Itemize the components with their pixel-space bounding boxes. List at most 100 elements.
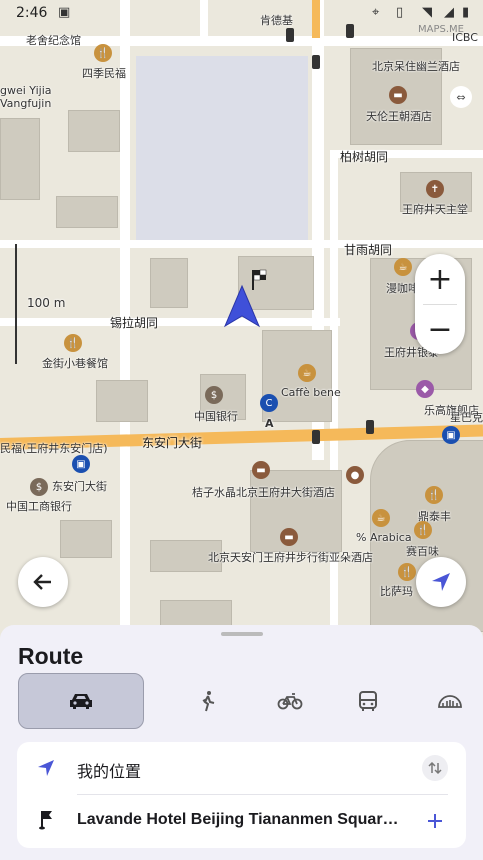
walk-icon [202, 691, 215, 712]
status-bar: 2:46 ▣ ⌖ ▯ ◥ ◢ ▮ MAPS.ME [0, 0, 483, 35]
mode-car-button[interactable] [18, 673, 144, 729]
route-points-card: 我的位置 Lavande Hotel Beijing Tiananmen Squ… [17, 742, 466, 848]
place-label: % Arabica [356, 531, 412, 544]
maps-me-watermark: MAPS.ME [418, 24, 464, 35]
scale-label: 100 m [27, 296, 66, 310]
bus-stop-icon: ▣ [72, 455, 90, 473]
navigation-arrow-icon [38, 760, 54, 776]
route-start-row[interactable]: 我的位置 [17, 742, 466, 794]
back-button[interactable] [18, 557, 68, 607]
route-title: Route [18, 643, 84, 669]
place-label: Vangfujin [0, 97, 52, 110]
route-destination-label: Lavande Hotel Beijing Tiananmen Square .… [77, 811, 407, 828]
place-label: gwei Yijia [0, 84, 52, 97]
bus-stop-icon: ▣ [442, 426, 460, 444]
place-label: Caffè bene [281, 386, 341, 399]
restaurant-icon: 🍴 [414, 521, 432, 539]
place-label: 王府井天主堂 [402, 203, 468, 216]
place-label: 星巴克 [450, 411, 483, 424]
mode-ruler-button[interactable] [430, 673, 470, 729]
zoom-in-button[interactable]: + [415, 254, 465, 304]
battery-icon: ▮ [462, 5, 470, 20]
bank-icon: $ [30, 478, 48, 496]
hotel-icon: ▬ [389, 86, 407, 104]
navigation-arrow-icon [432, 573, 450, 591]
road-label: 柏树胡同 [340, 150, 389, 164]
landmark-icon: ● [346, 466, 364, 484]
cafe-icon: ☕ [394, 258, 412, 276]
road [0, 318, 340, 326]
subway-icon: C [260, 394, 278, 412]
road [0, 240, 483, 248]
add-stop-icon[interactable] [426, 812, 444, 830]
route-start-label: 我的位置 [77, 764, 142, 781]
mode-walk-button[interactable] [188, 673, 228, 729]
drag-handle[interactable] [221, 632, 263, 636]
mode-transit-button[interactable] [348, 673, 388, 729]
hotel-icon: ▬ [252, 461, 270, 479]
traffic-light-icon [312, 55, 320, 69]
ruler-icon [438, 695, 462, 708]
zoom-divider [423, 304, 457, 305]
restaurant-icon: 🍴 [94, 44, 112, 62]
place-label: 北京天安门王府井步行街亚朵酒店 [208, 551, 373, 564]
hotel-icon: ▬ [280, 528, 298, 546]
arrow-left-icon [33, 574, 51, 590]
place-label: 北京呆住幽兰酒店 [372, 60, 460, 73]
road-label: 锡拉胡同 [110, 316, 159, 330]
place-label: 中国银行 [194, 410, 238, 423]
church-icon: ✝ [426, 180, 444, 198]
traffic-light-icon [286, 28, 294, 42]
bike-icon [277, 693, 303, 710]
building [96, 380, 148, 422]
place-label: 赛百味 [406, 545, 439, 558]
building [0, 118, 40, 200]
wifi-icon: ◥ [422, 5, 432, 20]
current-location-arrow-icon [222, 284, 262, 334]
route-destination-row[interactable]: Lavande Hotel Beijing Tiananmen Square .… [17, 795, 466, 847]
notification-icon: ▣ [58, 5, 71, 20]
bank-icon: $ [205, 386, 223, 404]
place-label: 中国工商银行 [6, 500, 72, 513]
zoom-out-button[interactable]: − [415, 304, 465, 354]
building [60, 520, 112, 558]
mode-bike-button[interactable] [270, 673, 310, 729]
flag-icon [39, 811, 52, 830]
place-label: 金街小巷餐馆 [42, 357, 108, 370]
cafe-icon: ☕ [372, 509, 390, 527]
bus-icon [359, 691, 377, 711]
layers-toggle-icon[interactable]: ⇔ [450, 86, 472, 108]
my-location-button[interactable] [416, 557, 466, 607]
route-panel: Route 我的位置 Lavande Hotel Beijing Tiananm… [0, 625, 483, 860]
traffic-light-icon [366, 420, 374, 434]
building [68, 110, 120, 152]
zoom-control: + − [415, 254, 465, 354]
swap-vertical-icon [428, 761, 442, 775]
place-label: 民福(王府井东安门店) [0, 442, 108, 455]
road-label: 东安门大街 [142, 436, 203, 450]
toy-shop-icon: ◆ [416, 380, 434, 398]
place-label: 东安门大街 [52, 480, 107, 493]
place-label: 比萨玛 [380, 585, 413, 598]
building [150, 258, 188, 308]
map-view[interactable]: 锡拉胡同 东安门大街 柏树胡同 甘雨胡同 老舍纪念馆 🍴 四季民福 北京呆住幽兰… [0, 0, 483, 640]
signal-icon: ◢ [444, 5, 454, 20]
restaurant-icon: 🍴 [64, 334, 82, 352]
restaurant-icon: 🍴 [398, 563, 416, 581]
place-label: 四季民福 [82, 67, 126, 80]
status-time: 2:46 [16, 5, 48, 21]
building [56, 196, 118, 228]
place-label: 天伦王朝酒店 [366, 110, 432, 123]
car-icon [70, 694, 92, 709]
place-label: 老舍纪念馆 [26, 34, 81, 47]
place-label: 桔子水晶北京王府井大街酒店 [192, 486, 335, 499]
road-label: 甘雨胡同 [344, 243, 393, 257]
swap-points-button[interactable] [422, 755, 448, 781]
plaza-area [136, 56, 308, 240]
subway-exit-label: A [265, 417, 274, 430]
restaurant-icon: 🍴 [425, 486, 443, 504]
cafe-icon: ☕ [298, 364, 316, 382]
location-status-icon: ⌖ [372, 5, 380, 20]
vibrate-icon: ▯ [396, 5, 404, 20]
traffic-light-icon [312, 430, 320, 444]
